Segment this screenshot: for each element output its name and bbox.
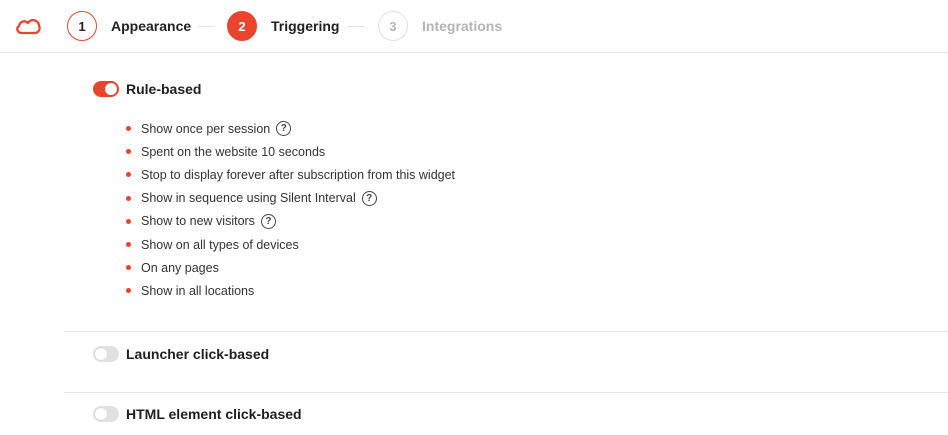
rule-text: Show to new visitors: [141, 214, 255, 229]
help-icon[interactable]: ?: [361, 190, 377, 206]
html-element-label: HTML element click-based: [126, 406, 302, 422]
rule-item: Show on all types of devices: [126, 233, 455, 256]
step-integrations[interactable]: 3 Integrations: [378, 11, 502, 41]
launcher-toggle[interactable]: [93, 346, 119, 362]
rule-text: Show in sequence using Silent Interval: [141, 191, 356, 206]
rule-text: Show on all types of devices: [141, 237, 299, 252]
section-divider: [64, 392, 948, 393]
rule-based-toggle[interactable]: [93, 81, 119, 97]
top-bar: 1 Appearance 2 Triggering 3 Integrations: [0, 0, 948, 53]
step-connector: [348, 26, 364, 27]
step-label: Triggering: [271, 18, 340, 34]
bullet-icon: [126, 242, 131, 248]
step-number: 3: [378, 11, 408, 41]
bullet-icon: [126, 288, 131, 294]
toggle-knob: [95, 408, 107, 420]
bullet-icon: [126, 126, 131, 132]
rule-text: Show in all locations: [141, 283, 255, 298]
rule-text: Show once per session: [141, 121, 271, 136]
step-triggering[interactable]: 2 Triggering: [227, 11, 339, 41]
rule-item: Stop to display forever after subscripti…: [126, 163, 455, 186]
help-icon[interactable]: ?: [260, 213, 276, 229]
html-element-toggle[interactable]: [93, 406, 119, 422]
rule-item: Show in sequence using Silent Interval ?: [126, 187, 455, 210]
toggle-knob: [95, 348, 107, 360]
rule-item: Show once per session ?: [126, 117, 455, 140]
bullet-icon: [126, 149, 131, 155]
launcher-toggle-row[interactable]: Launcher click-based: [93, 346, 269, 362]
rule-based-toggle-row[interactable]: Rule-based: [93, 81, 201, 97]
rule-item: Show in all locations: [126, 279, 455, 302]
rule-text: Spent on the website 10 seconds: [141, 144, 326, 159]
rule-item: Show to new visitors ?: [126, 210, 455, 233]
rule-text: Stop to display forever after subscripti…: [141, 167, 456, 182]
rule-text: On any pages: [141, 260, 219, 275]
help-icon[interactable]: ?: [276, 121, 292, 137]
step-number: 1: [67, 11, 97, 41]
bullet-icon: [126, 172, 131, 178]
rule-list: Show once per session ? Spent on the web…: [126, 117, 455, 303]
rule-item: Spent on the website 10 seconds: [126, 140, 455, 163]
cloud-logo-icon[interactable]: [14, 15, 42, 37]
bullet-icon: [126, 218, 131, 224]
bullet-icon: [126, 195, 131, 201]
step-appearance[interactable]: 1 Appearance: [67, 11, 191, 41]
step-label: Integrations: [422, 18, 503, 34]
bullet-icon: [126, 265, 131, 271]
rule-based-label: Rule-based: [126, 81, 202, 97]
step-label: Appearance: [111, 18, 192, 34]
html-element-toggle-row[interactable]: HTML element click-based: [93, 406, 302, 422]
step-number: 2: [227, 11, 257, 41]
toggle-knob: [105, 83, 117, 95]
section-divider: [64, 331, 948, 332]
step-connector: [198, 26, 214, 27]
launcher-label: Launcher click-based: [126, 346, 270, 362]
rule-item: On any pages: [126, 256, 455, 279]
